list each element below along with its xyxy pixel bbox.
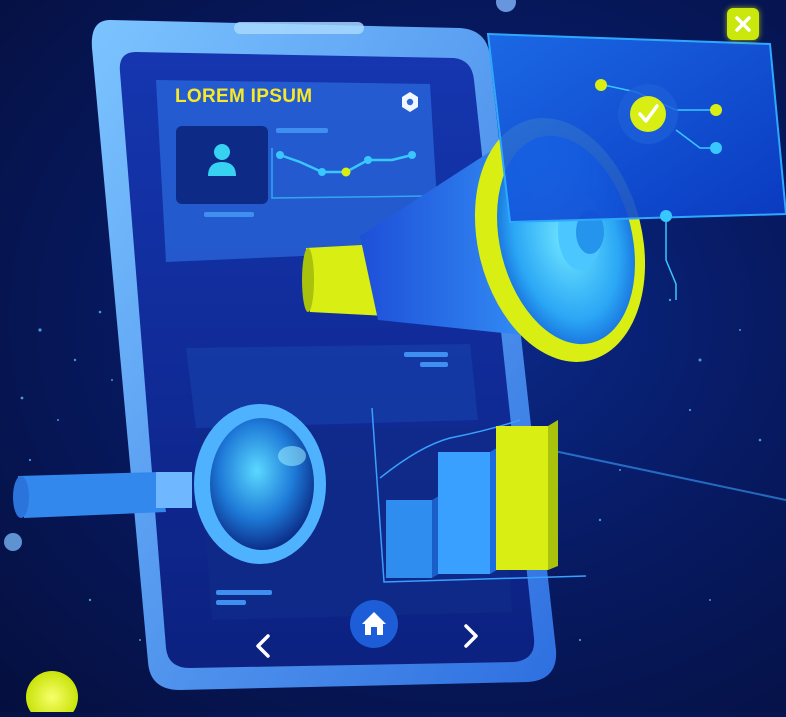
close-icon [735,16,751,32]
small-dot [4,533,22,551]
phone [91,20,557,690]
top-dot [496,0,516,12]
close-button[interactable] [727,8,759,40]
card-title: LOREM IPSUM [175,86,313,107]
check-icon [630,96,666,132]
scene-svg [4,0,786,717]
illustration: LOREM IPSUM [0,0,786,717]
glow-dot [26,671,78,717]
home-button[interactable] [350,600,398,648]
